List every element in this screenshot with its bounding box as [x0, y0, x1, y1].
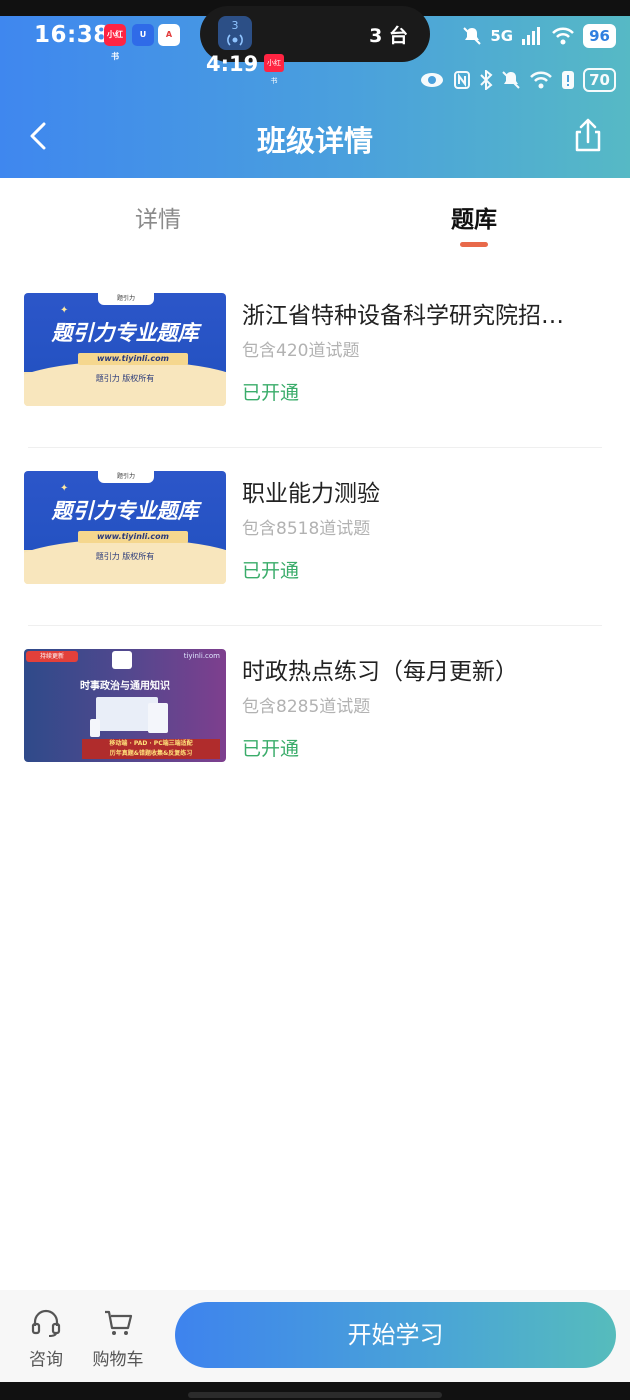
- item-thumbnail: 题引力 ✦ 题引力专业题库 www.tiyinli.com 题引力 版权所有: [24, 471, 226, 584]
- consult-label: 咨询: [29, 1350, 63, 1370]
- shopping-cart-icon: [105, 1310, 133, 1335]
- secondary-app-badge: 小红书: [264, 54, 284, 85]
- thumbnail-banner: 移动端 · PAD · PC端三端适配 历年真题&错题收集&反复练习: [82, 739, 220, 759]
- island-icon-count: 3: [231, 19, 239, 32]
- phone-illustration: [90, 719, 100, 737]
- item-status: 已开通: [242, 738, 300, 760]
- home-indicator-area: [0, 1382, 630, 1400]
- banner-line-1: 移动端 · PAD · PC端三端适配: [109, 740, 193, 747]
- share-button[interactable]: [566, 114, 610, 158]
- list-item[interactable]: 题引力 ✦ 题引力专业题库 www.tiyinli.com 题引力 版权所有 浙…: [0, 270, 630, 448]
- page-title: 班级详情: [256, 124, 373, 158]
- network-type: 5G: [490, 27, 514, 45]
- secondary-time: 4:19: [206, 52, 259, 76]
- thumbnail-copyright: 题引力 版权所有: [95, 552, 155, 561]
- page: 16:38 小红书 U A 5G 96 70 3 3 台 4:19 小红书 班级…: [0, 0, 630, 1400]
- item-thumbnail: 题引力 ✦ 题引力专业题库 www.tiyinli.com 题引力 版权所有: [24, 293, 226, 406]
- item-question-count: 包含8285道试题: [242, 697, 371, 717]
- battery-indicator: 96: [583, 24, 616, 48]
- list-item[interactable]: 持续更新 tiyinli.com 时事政治与通用知识 移动端 · PAD · P…: [0, 626, 630, 804]
- home-indicator[interactable]: [188, 1392, 442, 1398]
- thumbnail-logo-mark: [112, 651, 132, 669]
- secondary-status-icons: 70: [419, 66, 616, 94]
- thumbnail-tag: 持续更新: [26, 651, 78, 662]
- cart-button[interactable]: 购物车: [88, 1308, 148, 1370]
- header-background: 16:38 小红书 U A 5G 96 70 3 3 台 4:19 小红书 班级…: [0, 0, 630, 178]
- headset-icon: [31, 1309, 61, 1337]
- alert-icon: [562, 71, 575, 89]
- item-status: 已开通: [242, 382, 300, 404]
- island-text: 3 台: [369, 25, 408, 47]
- cart-label: 购物车: [92, 1350, 144, 1370]
- status-icons: 5G 96: [462, 22, 616, 50]
- nav-bar: 班级详情: [0, 108, 630, 168]
- thumbnail-site: tiyinli.com: [183, 652, 220, 660]
- item-title: 浙江省特种设备科学研究院招…: [242, 303, 564, 329]
- wifi-icon: [552, 27, 575, 45]
- thumbnail-headline: 题引力专业题库: [51, 321, 199, 345]
- thumbnail-headline: 题引力专业题库: [51, 499, 199, 523]
- thumbnail-headline: 时事政治与通用知识: [80, 681, 170, 692]
- app-a-icon: A: [158, 24, 180, 46]
- item-status: 已开通: [242, 560, 300, 582]
- thumbnail-logo: 题引力: [98, 293, 154, 305]
- tab-bar: 详情 题库: [0, 178, 630, 258]
- tablet-illustration: [148, 703, 168, 733]
- nfc-icon: [454, 71, 471, 89]
- xiaohongshu-icon: 小红书: [104, 24, 126, 61]
- signal-icon: [522, 27, 541, 45]
- eye-icon: [421, 73, 444, 87]
- item-title: 时政热点练习（每月更新）: [242, 659, 518, 685]
- banner-line-2: 历年真题&错题收集&反复练习: [109, 750, 193, 757]
- item-question-count: 包含420道试题: [242, 341, 360, 361]
- thumbnail-logo: 题引力: [98, 471, 154, 483]
- wifi-icon-secondary: [530, 71, 553, 89]
- tab-question-bank[interactable]: 题库: [414, 200, 534, 234]
- question-bank-list: 题引力 ✦ 题引力专业题库 www.tiyinli.com 题引力 版权所有 浙…: [0, 270, 630, 804]
- thumbnail-copyright: 题引力 版权所有: [95, 374, 155, 383]
- app-u-icon: U: [132, 24, 154, 46]
- broadcast-icon: 3: [218, 16, 252, 50]
- sparkle-icon: ✦: [60, 305, 69, 316]
- list-item[interactable]: 题引力 ✦ 题引力专业题库 www.tiyinli.com 题引力 版权所有 职…: [0, 448, 630, 626]
- active-tab-indicator: [460, 242, 488, 247]
- item-thumbnail: 持续更新 tiyinli.com 时事政治与通用知识 移动端 · PAD · P…: [24, 649, 226, 762]
- thumbnail-url: www.tiyinli.com: [78, 353, 188, 365]
- item-question-count: 包含8518道试题: [242, 519, 371, 539]
- share-icon: [575, 118, 601, 152]
- sparkle-icon: ✦: [60, 483, 69, 494]
- mute-bell-icon-secondary: [502, 71, 520, 89]
- start-learning-button[interactable]: 开始学习: [175, 1302, 616, 1368]
- item-title: 职业能力测验: [242, 481, 380, 507]
- thumbnail-url: www.tiyinli.com: [78, 531, 188, 543]
- tab-details[interactable]: 详情: [98, 200, 218, 234]
- consult-button[interactable]: 咨询: [16, 1308, 76, 1370]
- status-time: 16:38: [34, 22, 110, 48]
- bluetooth-icon: [480, 70, 493, 90]
- secondary-battery-indicator: 70: [583, 68, 616, 92]
- mute-bell-icon: [463, 27, 482, 45]
- bottom-action-bar: 咨询 购物车 开始学习: [0, 1290, 630, 1382]
